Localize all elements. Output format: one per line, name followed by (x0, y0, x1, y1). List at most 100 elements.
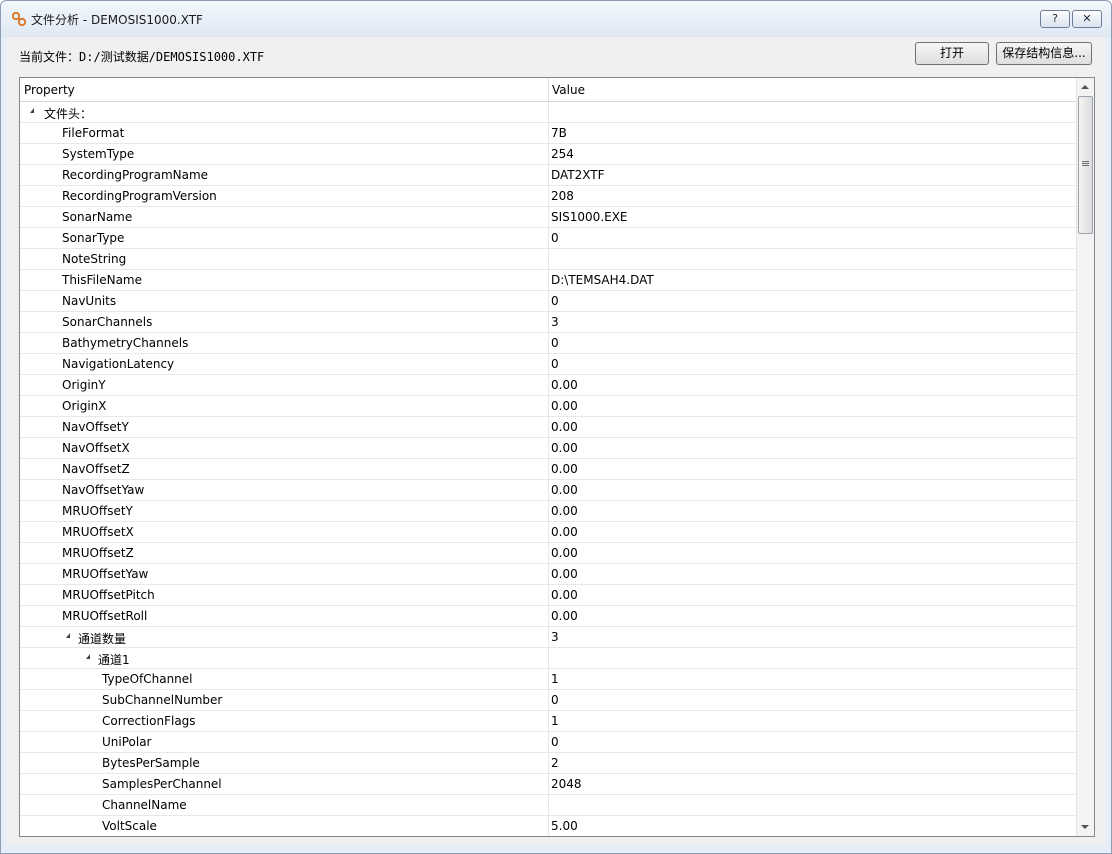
grid-row[interactable]: NavOffsetY 0.00 (20, 417, 1076, 438)
grid-row[interactable]: SystemType 254 (20, 144, 1076, 165)
property-value[interactable]: 0.00 (551, 378, 578, 392)
row-divider (548, 501, 549, 521)
grid-row[interactable]: SonarType 0 (20, 228, 1076, 249)
close-button[interactable]: ✕ (1072, 10, 1102, 28)
property-value[interactable]: 0 (551, 735, 559, 749)
property-value[interactable]: 0.00 (551, 567, 578, 581)
row-divider (548, 438, 549, 458)
grid-row[interactable]: 通道1 (20, 648, 1076, 669)
grid-row[interactable]: ChannelName (20, 795, 1076, 816)
column-divider[interactable] (548, 78, 549, 101)
property-value[interactable]: 3 (551, 630, 559, 644)
expand-collapse-icon[interactable] (66, 633, 70, 638)
property-value[interactable]: 254 (551, 147, 574, 161)
grid-row[interactable]: MRUOffsetY 0.00 (20, 501, 1076, 522)
property-value[interactable]: 208 (551, 189, 574, 203)
property-value[interactable]: 0.00 (551, 399, 578, 413)
grid-row[interactable]: NoteString (20, 249, 1076, 270)
vertical-scrollbar[interactable] (1076, 78, 1094, 836)
grid-row[interactable]: BytesPerSample 2 (20, 753, 1076, 774)
property-name: CorrectionFlags (102, 714, 196, 728)
row-divider (548, 270, 549, 290)
property-value[interactable]: 0.00 (551, 462, 578, 476)
scroll-down-icon[interactable] (1081, 825, 1089, 829)
grid-row[interactable]: 通道数量 3 (20, 627, 1076, 648)
scroll-thumb[interactable] (1078, 96, 1093, 234)
current-file-prefix: 当前文件： (19, 50, 80, 64)
row-divider (548, 207, 549, 227)
grid-row[interactable]: TypeOfChannel 1 (20, 669, 1076, 690)
property-value[interactable]: 3 (551, 315, 559, 329)
property-value[interactable]: 2 (551, 756, 559, 770)
property-name: BytesPerSample (102, 756, 200, 770)
property-value[interactable]: 0 (551, 693, 559, 707)
property-value[interactable]: 0.00 (551, 588, 578, 602)
row-divider (548, 669, 549, 689)
row-divider (548, 480, 549, 500)
grid-row[interactable]: CorrectionFlags 1 (20, 711, 1076, 732)
help-button[interactable]: ? (1040, 10, 1070, 28)
property-value[interactable]: 2048 (551, 777, 582, 791)
grid-row[interactable]: OriginX 0.00 (20, 396, 1076, 417)
expand-collapse-icon[interactable] (86, 654, 90, 659)
property-name: SonarType (62, 231, 125, 245)
property-value[interactable]: D:\TEMSAH4.DAT (551, 273, 654, 287)
property-value[interactable]: DAT2XTF (551, 168, 605, 182)
row-divider (548, 522, 549, 542)
grid-row[interactable]: SonarName SIS1000.EXE (20, 207, 1076, 228)
grid-row[interactable]: MRUOffsetX 0.00 (20, 522, 1076, 543)
row-divider (548, 165, 549, 185)
grid-row[interactable]: NavOffsetX 0.00 (20, 438, 1076, 459)
property-value[interactable]: 0 (551, 231, 559, 245)
property-column-header[interactable]: Property (24, 83, 75, 97)
grid-row[interactable]: RecordingProgramVersion 208 (20, 186, 1076, 207)
grid-row[interactable]: SubChannelNumber 0 (20, 690, 1076, 711)
property-value[interactable]: 1 (551, 672, 559, 686)
property-value[interactable]: 0.00 (551, 546, 578, 560)
property-value[interactable]: 0.00 (551, 609, 578, 623)
grid-row[interactable]: MRUOffsetPitch 0.00 (20, 585, 1076, 606)
row-divider (548, 354, 549, 374)
property-value[interactable]: 7B (551, 126, 567, 140)
property-value[interactable]: 0 (551, 294, 559, 308)
open-button[interactable]: 打开 (915, 42, 989, 65)
property-value[interactable]: SIS1000.EXE (551, 210, 628, 224)
property-value[interactable]: 0.00 (551, 504, 578, 518)
grid-row[interactable]: NavUnits 0 (20, 291, 1076, 312)
grip-line-icon (1082, 165, 1089, 166)
grid-row[interactable]: UniPolar 0 (20, 732, 1076, 753)
property-value[interactable]: 0.00 (551, 420, 578, 434)
grid-row[interactable]: FileFormat 7B (20, 123, 1076, 144)
grid-row[interactable]: NavOffsetYaw 0.00 (20, 480, 1076, 501)
grid-row[interactable]: VoltScale 5.00 (20, 816, 1076, 836)
property-value[interactable]: 0 (551, 357, 559, 371)
property-value[interactable]: 0 (551, 336, 559, 350)
grid-row[interactable]: SonarChannels 3 (20, 312, 1076, 333)
grid-row[interactable]: OriginY 0.00 (20, 375, 1076, 396)
grid-row[interactable]: MRUOffsetYaw 0.00 (20, 564, 1076, 585)
grid-row[interactable]: MRUOffsetRoll 0.00 (20, 606, 1076, 627)
grid-row[interactable]: NavOffsetZ 0.00 (20, 459, 1076, 480)
grid-row[interactable]: 文件头： (20, 102, 1076, 123)
property-value[interactable]: 0.00 (551, 525, 578, 539)
save-structure-button[interactable]: 保存结构信息... (996, 42, 1092, 65)
grid-row[interactable]: MRUOffsetZ 0.00 (20, 543, 1076, 564)
property-grid[interactable]: Property Value 文件头： FileFormat 7B SystemTyp… (19, 77, 1095, 837)
row-divider (548, 186, 549, 206)
grid-row[interactable]: ThisFileName D:\TEMSAH4.DAT (20, 270, 1076, 291)
scroll-up-icon[interactable] (1081, 85, 1089, 89)
property-value[interactable]: 0.00 (551, 441, 578, 455)
row-divider (548, 690, 549, 710)
property-value[interactable]: 5.00 (551, 819, 578, 833)
expand-collapse-icon[interactable] (30, 108, 34, 113)
grid-row[interactable]: NavigationLatency 0 (20, 354, 1076, 375)
row-divider (548, 732, 549, 752)
grid-row[interactable]: RecordingProgramName DAT2XTF (20, 165, 1076, 186)
property-value[interactable]: 0.00 (551, 483, 578, 497)
grid-header: Property Value (20, 78, 1076, 102)
row-divider (548, 795, 549, 815)
grid-row[interactable]: BathymetryChannels 0 (20, 333, 1076, 354)
value-column-header[interactable]: Value (552, 83, 585, 97)
property-value[interactable]: 1 (551, 714, 559, 728)
grid-row[interactable]: SamplesPerChannel 2048 (20, 774, 1076, 795)
